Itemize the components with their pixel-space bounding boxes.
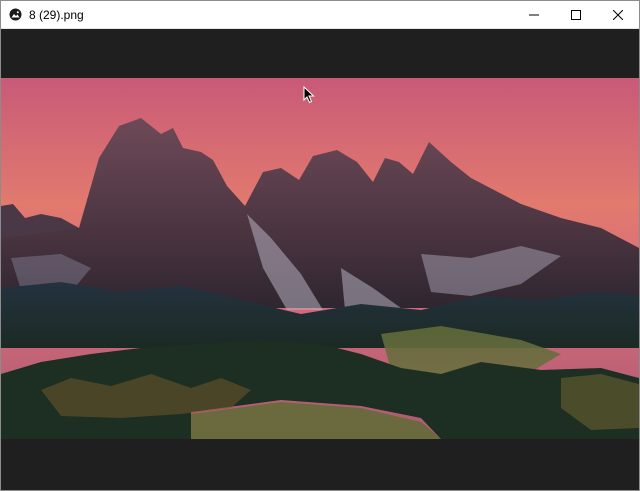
mountain-landscape-photo: [1, 78, 639, 439]
mouse-pointer-icon: [303, 86, 315, 104]
close-icon: [613, 9, 623, 20]
window-title: 8 (29).png: [29, 7, 84, 22]
minimize-icon: [529, 14, 539, 15]
maximize-icon: [571, 9, 581, 20]
image-viewer-window: 8 (29).png: [0, 0, 640, 491]
photos-app-icon: [9, 8, 22, 21]
close-button[interactable]: [597, 1, 639, 28]
minimize-button[interactable]: [513, 1, 555, 28]
title-bar[interactable]: 8 (29).png: [1, 1, 639, 29]
maximize-button[interactable]: [555, 1, 597, 28]
window-controls: [513, 1, 639, 28]
image-canvas[interactable]: [1, 29, 639, 490]
